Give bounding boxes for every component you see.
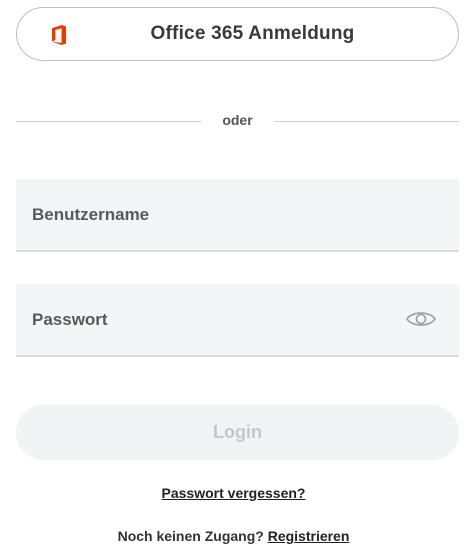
register-row: Noch keinen Zugang? Registrieren xyxy=(0,528,467,544)
divider-label: oder xyxy=(222,112,253,128)
forgot-password-row: Passwort vergessen? xyxy=(0,485,467,501)
register-link[interactable]: Registrieren xyxy=(268,528,350,544)
username-input[interactable] xyxy=(32,179,412,250)
eye-icon[interactable] xyxy=(405,308,437,330)
register-prompt: Noch keinen Zugang? xyxy=(117,528,264,544)
forgot-password-link[interactable]: Passwort vergessen? xyxy=(162,485,306,501)
username-field-container xyxy=(16,179,459,252)
login-button[interactable]: Login xyxy=(16,405,459,460)
office-logo-icon xyxy=(52,25,66,45)
password-field-container xyxy=(16,284,459,357)
password-input[interactable] xyxy=(32,284,412,355)
or-divider: oder xyxy=(16,110,459,134)
office-login-label: Office 365 Anmeldung xyxy=(150,23,355,44)
login-button-label: Login xyxy=(213,422,262,442)
divider-line-right xyxy=(274,121,459,122)
office-365-login-button[interactable]: Office 365 Anmeldung xyxy=(16,7,459,61)
